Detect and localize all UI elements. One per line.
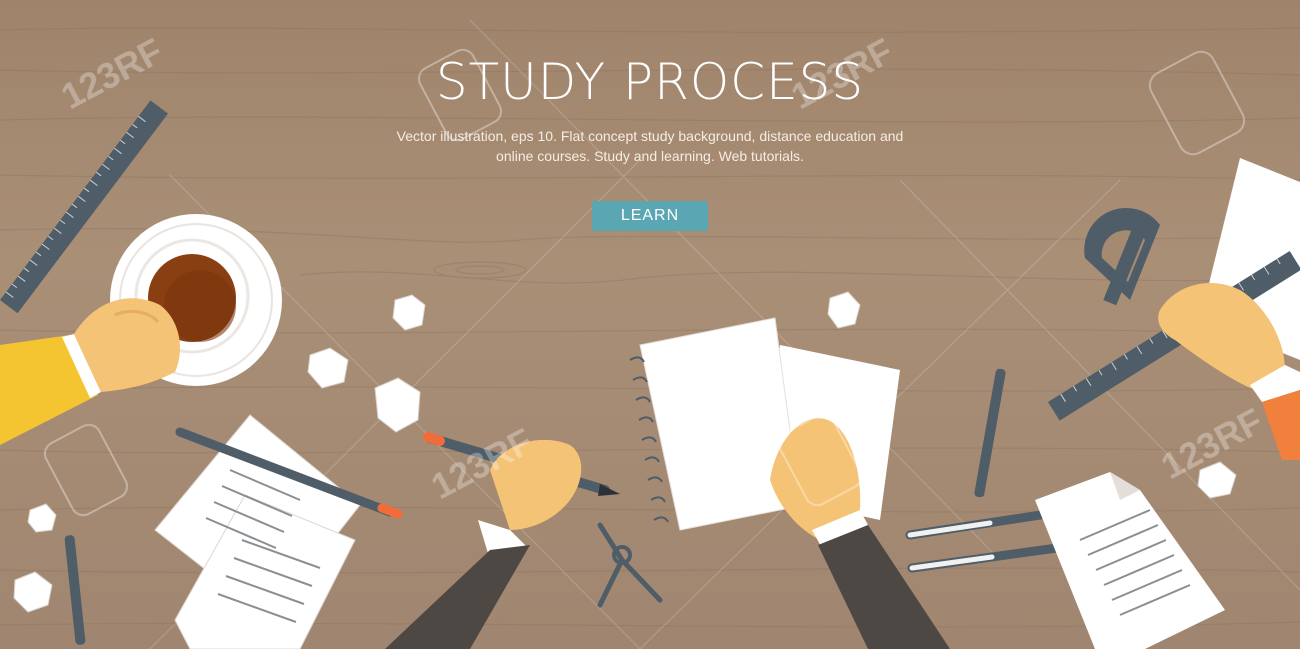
subtitle-line: Vector illustration, eps 10. Flat concep… (396, 128, 904, 144)
banner-subtitle: Vector illustration, eps 10. Flat concep… (340, 126, 960, 166)
learn-button[interactable]: LEARN (592, 201, 708, 231)
study-banner: 123RF 123RF 123RF 123RF STUDY PROCESS Ve… (0, 0, 1300, 649)
subtitle-line: online courses. Study and learning. Web … (496, 148, 804, 164)
banner-title: STUDY PROCESS (435, 53, 865, 111)
